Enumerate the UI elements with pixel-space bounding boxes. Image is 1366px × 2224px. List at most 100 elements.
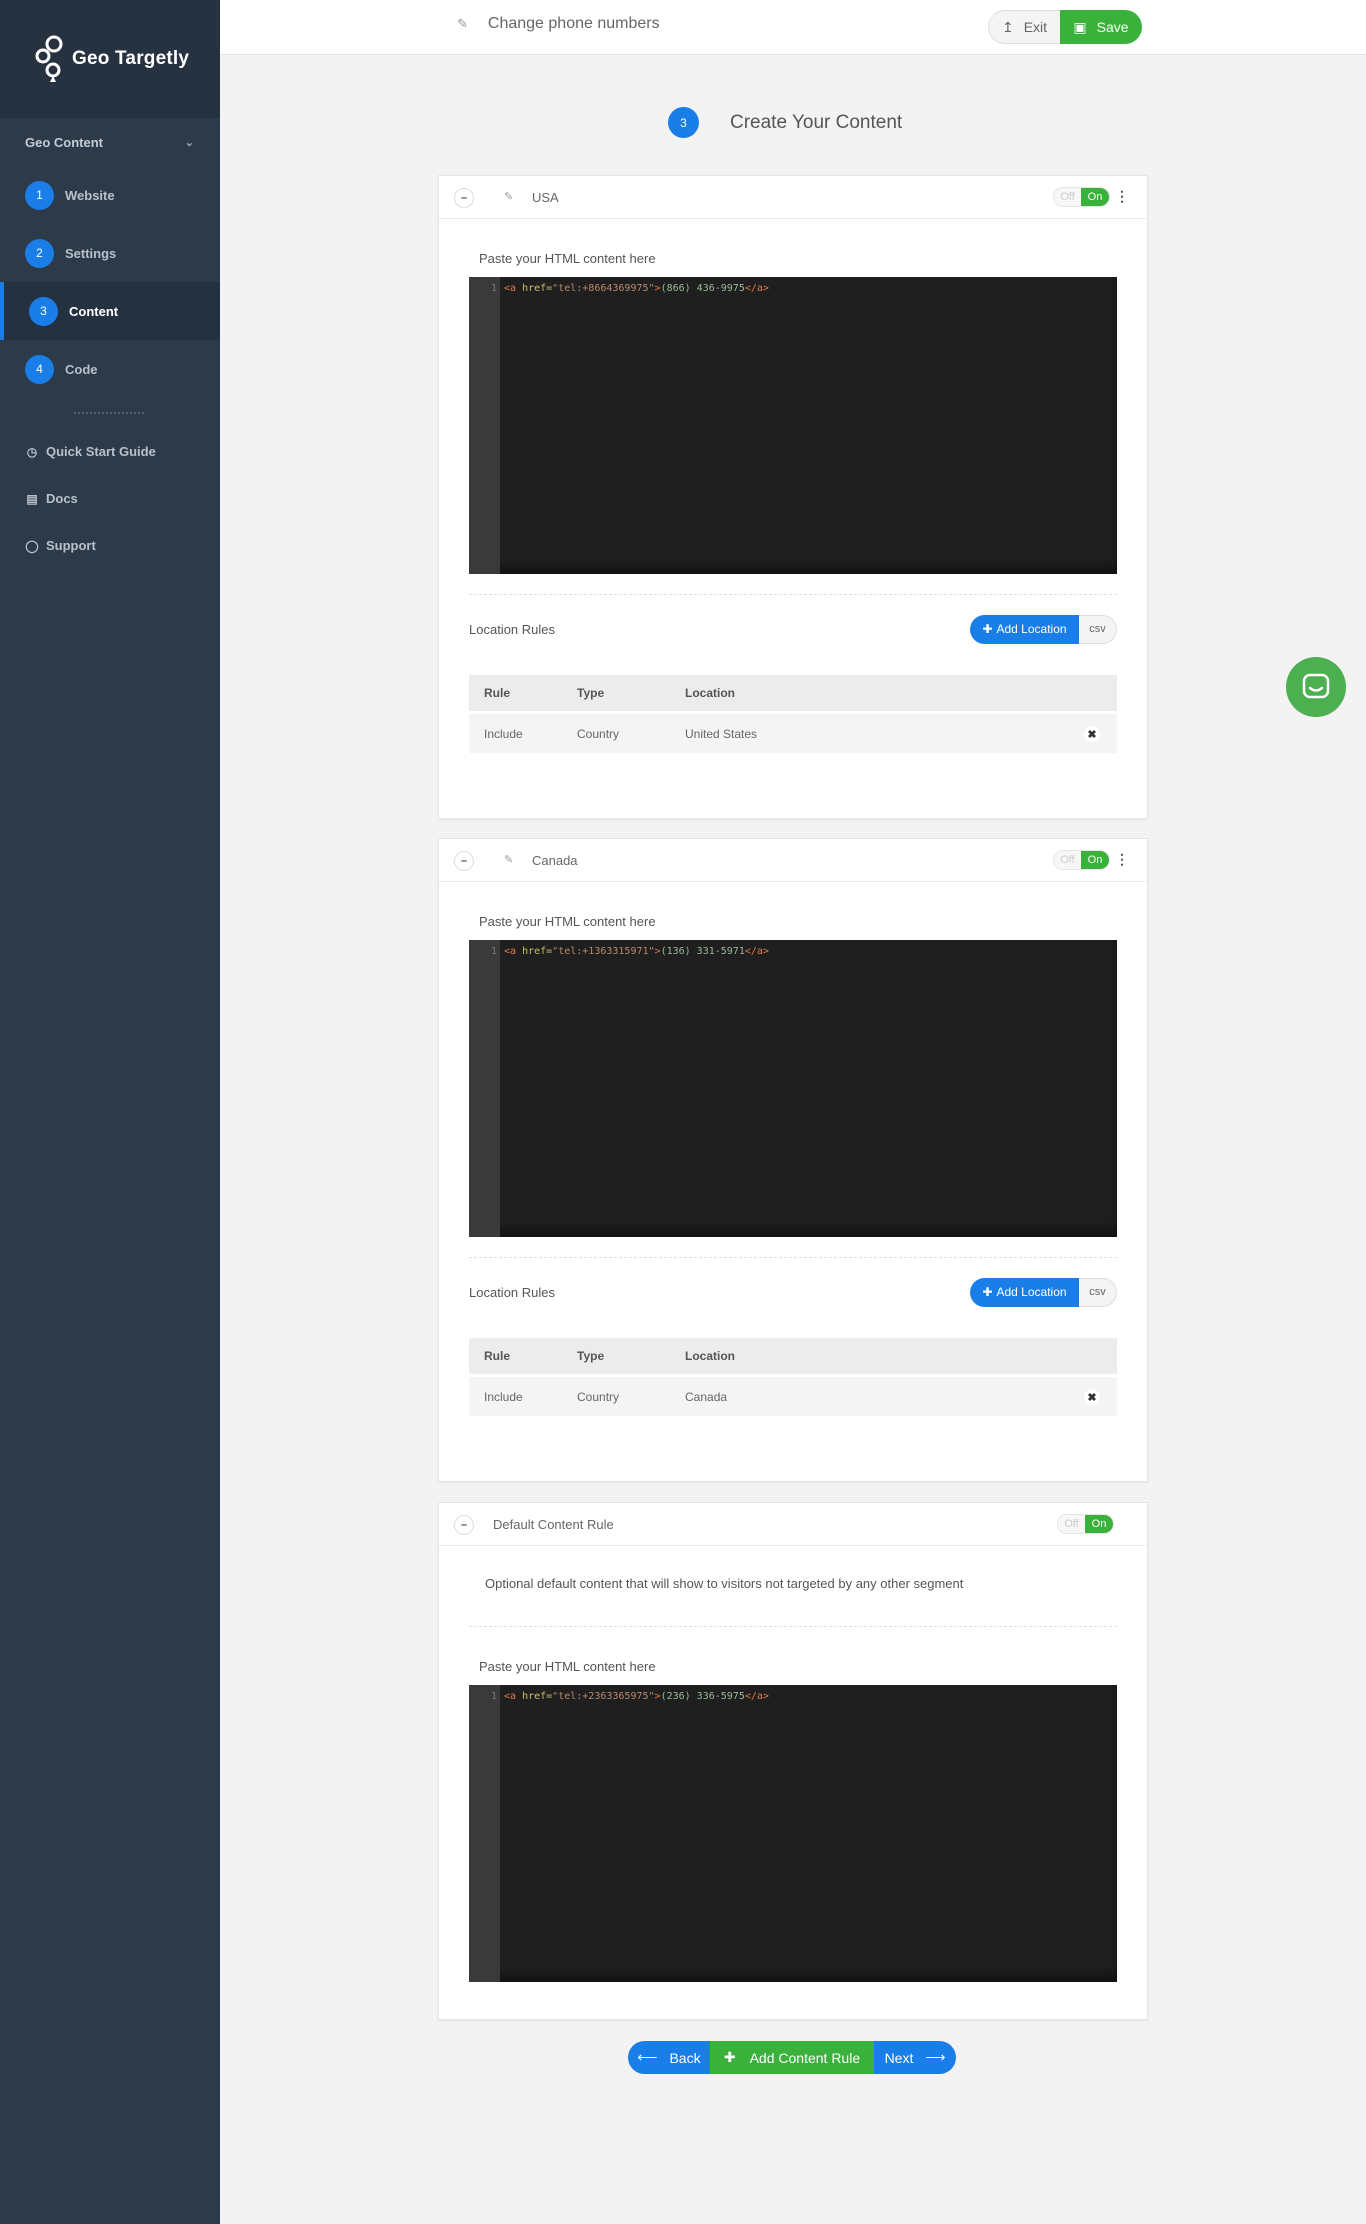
brand-logo[interactable]: Geo Targetly (0, 0, 220, 118)
on-off-toggle[interactable]: Off On (1053, 187, 1110, 207)
bottom-navigation: ⟵ Back ✚ Add Content Rule Next ⟶ (628, 2041, 956, 2074)
code-line[interactable]: <a href="tel:+8664369975">(866) 436-9975… (504, 283, 769, 294)
step-number: 1 (25, 180, 54, 210)
plus-icon: ✚ (723, 2049, 736, 2065)
header-rule: Rule (484, 1349, 511, 1363)
edit-icon[interactable]: ✎ (504, 190, 513, 203)
table-header: Rule Type Location (469, 675, 1117, 711)
nav-section-geo-content[interactable]: Geo Content ⌄ (0, 118, 220, 166)
campaign-title[interactable]: ✎ Change phone numbers (457, 15, 660, 33)
plus-icon: ✚ (982, 622, 993, 636)
code-string: "tel:+2363365975" (552, 1691, 655, 1702)
toggle-on[interactable]: On (1085, 1515, 1113, 1533)
book-icon: ▤ (26, 491, 38, 506)
nav-section-label: Geo Content (25, 134, 103, 150)
html-code-editor[interactable]: 1 <a href="tel:+1363315971">(136) 331-59… (469, 940, 1117, 1237)
chat-bubble-icon (1302, 673, 1330, 699)
exit-button[interactable]: ↥ Exit (988, 10, 1060, 44)
arrow-left-icon: ⟵ (637, 2049, 658, 2065)
table-row: Include Country Canada ✖ (469, 1377, 1117, 1416)
more-options-icon[interactable]: ⋮ (1115, 188, 1129, 205)
remove-rule-icon[interactable]: ✖ (1084, 1389, 1100, 1405)
card-header: – ✎ USA Off On ⋮ (439, 176, 1147, 219)
content-rule-card-usa: – ✎ USA Off On ⋮ Paste your HTML content… (438, 175, 1148, 819)
collapse-icon[interactable]: – (454, 851, 474, 871)
code-string: "tel:+1363315971" (552, 946, 655, 957)
chat-widget-button[interactable] (1286, 657, 1346, 717)
collapse-icon[interactable]: – (454, 1515, 474, 1535)
save-button[interactable]: ▣ Save (1060, 10, 1142, 44)
on-off-toggle[interactable]: Off On (1057, 1514, 1114, 1534)
location-rules-table: Rule Type Location Include Country Canad… (469, 1338, 1117, 1416)
html-code-editor[interactable]: 1 <a href="tel:+8664369975">(866) 436-99… (469, 277, 1117, 574)
card-header: – Default Content Rule Off On (439, 1503, 1147, 1546)
step-label: Content (69, 303, 119, 319)
on-off-toggle[interactable]: Off On (1053, 850, 1110, 870)
sidebar-step-website[interactable]: 1 Website (0, 166, 220, 224)
toggle-on[interactable]: On (1081, 851, 1109, 869)
toggle-off[interactable]: Off (1054, 188, 1081, 206)
sidebar-link-quick-start[interactable]: ◷ Quick Start Guide (0, 428, 220, 475)
exit-arrow-icon: ↥ (1001, 18, 1014, 35)
remove-rule-icon[interactable]: ✖ (1084, 726, 1100, 742)
csv-button[interactable]: csv (1079, 614, 1117, 644)
code-text: (866) 436-9975 (660, 283, 745, 294)
card-header: – ✎ Canada Off On ⋮ (439, 839, 1147, 882)
card-title[interactable]: Canada (532, 853, 578, 868)
step-heading: 3 Create Your Content (668, 107, 902, 138)
cell-rule: Include (484, 1389, 523, 1404)
header-rule: Rule (484, 686, 511, 700)
next-button[interactable]: Next ⟶ (874, 2041, 956, 2074)
cell-location: United States (685, 726, 758, 741)
location-rules-table: Rule Type Location Include Country Unite… (469, 675, 1117, 753)
add-location-button[interactable]: ✚ Add Location (970, 1277, 1079, 1307)
collapse-icon[interactable]: – (454, 188, 474, 208)
location-rules-bar: Location Rules ✚ Add Location csv (469, 1258, 1117, 1326)
table-row: Include Country United States ✖ (469, 714, 1117, 753)
table-header: Rule Type Location (469, 1338, 1117, 1374)
header-location: Location (685, 686, 735, 700)
code-tag: <a (504, 1691, 523, 1702)
sidebar-step-code[interactable]: 4 Code (0, 340, 220, 398)
csv-button[interactable]: csv (1079, 1277, 1117, 1307)
header-location: Location (685, 1349, 735, 1363)
sidebar: Geo Targetly Geo Content ⌄ 1 Website 2 S… (0, 0, 220, 2224)
logo-pin-icon (35, 35, 63, 82)
edit-icon[interactable]: ✎ (457, 16, 468, 32)
more-options-icon[interactable]: ⋮ (1115, 851, 1129, 868)
add-content-rule-button[interactable]: ✚ Add Content Rule (710, 2041, 874, 2074)
step-number: 2 (25, 238, 54, 268)
back-label: Back (669, 2049, 701, 2066)
brand-name: Geo Targetly (72, 48, 190, 69)
add-location-label: Add Location (996, 1285, 1067, 1299)
link-label: Docs (46, 491, 78, 506)
code-line[interactable]: <a href="tel:+2363365975">(236) 336-5975… (504, 1691, 769, 1702)
location-rules-bar: Location Rules ✚ Add Location csv (469, 595, 1117, 663)
html-code-editor[interactable]: 1 <a href="tel:+2363365975">(236) 336-59… (469, 1685, 1117, 1982)
cell-type: Country (577, 1389, 620, 1404)
save-label: Save (1096, 19, 1129, 35)
chat-icon: ◯ (25, 538, 39, 553)
toggle-off[interactable]: Off (1054, 851, 1081, 869)
step-number: 3 (29, 296, 58, 326)
card-title: Default Content Rule (493, 1517, 614, 1532)
sidebar-step-content[interactable]: 3 Content (0, 282, 220, 340)
card-title[interactable]: USA (532, 190, 559, 205)
sidebar-step-settings[interactable]: 2 Settings (0, 224, 220, 282)
add-location-label: Add Location (996, 622, 1067, 636)
topbar: ✎ Change phone numbers ↥ Exit ▣ Save (220, 0, 1366, 55)
editor-gutter: 1 (469, 277, 500, 574)
code-line[interactable]: <a href="tel:+1363315971">(136) 331-5971… (504, 946, 769, 957)
location-buttons: ✚ Add Location csv (970, 614, 1117, 644)
default-content-rule-card: – Default Content Rule Off On Optional d… (438, 1502, 1148, 2020)
toggle-off[interactable]: Off (1058, 1515, 1085, 1533)
edit-icon[interactable]: ✎ (504, 853, 513, 866)
step-label: Settings (65, 245, 117, 261)
sidebar-link-support[interactable]: ◯ Support (0, 522, 220, 569)
sidebar-link-docs[interactable]: ▤ Docs (0, 475, 220, 522)
code-attr: href= (522, 283, 553, 294)
back-button[interactable]: ⟵ Back (628, 2041, 710, 2074)
next-label: Next (884, 2049, 914, 2066)
add-location-button[interactable]: ✚ Add Location (970, 614, 1079, 644)
toggle-on[interactable]: On (1081, 188, 1109, 206)
